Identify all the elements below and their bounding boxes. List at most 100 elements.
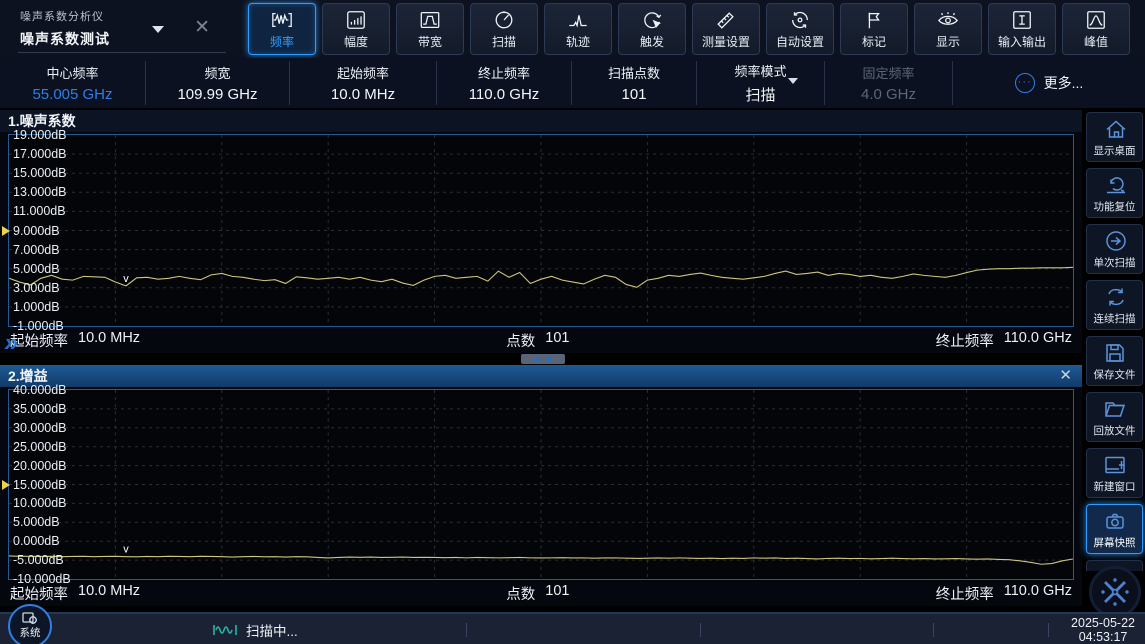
screenshot-icon [1102, 509, 1128, 533]
toolbar-button-amplitude[interactable]: 幅度 [322, 3, 390, 55]
param-label: 频宽 [204, 63, 230, 82]
param-value: 101 [621, 86, 646, 103]
toolbar-button-peak[interactable]: 峰值 [1062, 3, 1130, 55]
toolbar-button-input-output[interactable]: 输入输出 [988, 3, 1056, 55]
trigger-icon [640, 9, 664, 31]
toolbar-button-frequency[interactable]: 频率 [248, 3, 316, 55]
sidebar-item-recall-file[interactable]: 回放文件 [1086, 392, 1143, 442]
toolbar-button-label: 标记 [862, 33, 886, 50]
status-bar: 系统 扫描中... 2025-05-22 04:53:17 [0, 612, 1145, 644]
divider [18, 52, 226, 53]
chart-title-bar-gain[interactable]: 2.增益 ✕ [0, 365, 1082, 387]
chart-title: 1.噪声系数 [8, 110, 76, 132]
chevron-down-icon[interactable] [788, 78, 798, 84]
param-field-center-freq[interactable]: 中心频率55.005 GHz [0, 61, 146, 105]
more-label: 更多... [1044, 73, 1084, 93]
sidebar-item-label: 保存文件 [1094, 367, 1136, 382]
trace-plot: v [9, 135, 1073, 326]
chart-title-bar-noise-figure[interactable]: 1.噪声系数 [0, 110, 1082, 132]
param-field-sweep-points[interactable]: 扫描点数101 [572, 61, 697, 105]
sidebar-item-label: 连续扫描 [1094, 311, 1136, 326]
toolbar-button-label: 扫描 [492, 33, 516, 50]
stop-freq-value: 110.0 GHz [1004, 330, 1072, 351]
chevron-down-icon[interactable] [152, 26, 164, 33]
toolbar-button-label: 自动设置 [776, 33, 824, 50]
param-field-span[interactable]: 频宽109.99 GHz [146, 61, 290, 105]
start-freq-label: 起始频率 [10, 583, 68, 604]
sidebar-item-label: 单次扫描 [1094, 255, 1136, 270]
toolbar-button-label: 轨迹 [566, 33, 590, 50]
trace-plot: v [9, 390, 1073, 579]
sidebar-item-label: 显示桌面 [1094, 143, 1136, 158]
save-file-icon [1102, 341, 1128, 365]
toolbar-button-trigger[interactable]: 触发 [618, 3, 686, 55]
toolbar-button-bandwidth[interactable]: 带宽 [396, 3, 464, 55]
close-measurement-icon[interactable]: ✕ [194, 16, 210, 39]
sweep-status: 扫描中... [212, 620, 298, 640]
toolbar-button-auto-setup[interactable]: 自动设置 [766, 3, 834, 55]
function-reset-icon [1102, 173, 1128, 197]
sidebar-item-show-desktop[interactable]: 显示桌面 [1086, 112, 1143, 162]
sidebar-item-function-reset[interactable]: 功能复位 [1086, 168, 1143, 218]
points-label: 点数 [506, 583, 535, 604]
divider [933, 623, 934, 637]
start-freq-value: 10.0 MHz [78, 583, 140, 604]
system-gear-icon [22, 612, 38, 625]
param-field-freq-mode[interactable]: 频率模式扫描 [697, 61, 825, 105]
more-button[interactable]: ···更多... [953, 58, 1145, 108]
chart-footer-noise-figure: 起始频率10.0 MHz点数101终止频率110.0 GHz [0, 327, 1082, 353]
plot-area-gain[interactable]: v40.000dB35.000dB30.000dB25.000dB20.000d… [8, 389, 1074, 580]
chart-window-gain: 2.增益 ✕v40.000dB35.000dB30.000dB25.000dB20… [0, 365, 1082, 606]
trace-marker: v [123, 273, 129, 285]
sidebar-item-screenshot[interactable]: 屏幕快照 [1086, 504, 1143, 554]
trace-icon [566, 9, 590, 31]
sidebar-item-new-window[interactable]: 新建窗口 [1086, 448, 1143, 498]
toolbar-button-label: 触发 [640, 33, 664, 50]
chart-area: 1.噪声系数v19.000dB17.000dB15.000dB13.000dB1… [0, 110, 1082, 606]
toolbar-button-display[interactable]: 显示 [914, 3, 982, 55]
toolbar-button-sweep[interactable]: 扫描 [470, 3, 538, 55]
single-sweep-icon [1102, 229, 1128, 253]
divider [1048, 623, 1049, 637]
toolbar-button-marker[interactable]: 标记 [840, 3, 908, 55]
toolbar-button-label: 幅度 [344, 33, 368, 50]
divider [700, 623, 701, 637]
expand-chevrons-icon[interactable]: » [4, 329, 18, 355]
main-toolbar: 频率幅度 带宽扫描 轨迹 触发 测量设置自动设置 标记 显示输入输出峰值 [236, 0, 1130, 58]
splitter-handle[interactable] [521, 354, 565, 364]
four-arrows-icon [1098, 575, 1132, 609]
frequency-icon [270, 9, 294, 31]
param-field-start-freq[interactable]: 起始频率10.0 MHz [290, 61, 437, 105]
sidebar-item-label: 回放文件 [1094, 423, 1136, 438]
system-button[interactable]: 系统 [8, 604, 52, 644]
start-freq-value: 10.0 MHz [78, 330, 140, 351]
close-window-icon[interactable]: ✕ [1059, 365, 1072, 387]
param-label: 起始频率 [337, 63, 389, 82]
navigation-pad-button[interactable] [1089, 566, 1141, 618]
param-label: 中心频率 [46, 63, 98, 82]
noise-figure-analyzer-app: 噪声系数分析仪 噪声系数测试 ✕ 频率幅度带宽扫描轨迹触发测量设置自动设置标记显… [0, 0, 1145, 644]
marker-icon [862, 9, 886, 31]
waveform-icon [212, 622, 238, 638]
window-splitter [0, 353, 1082, 365]
points-label: 点数 [506, 330, 535, 351]
toolbar-button-meas-setup[interactable]: 测量设置 [692, 3, 760, 55]
plot-area-noise-figure[interactable]: v19.000dB17.000dB15.000dB13.000dB11.000d… [8, 134, 1074, 327]
toolbar-button-trace[interactable]: 轨迹 [544, 3, 612, 55]
param-field-stop-freq[interactable]: 终止频率110.0 GHz [437, 61, 572, 105]
amplitude-icon [344, 9, 368, 31]
input-output-icon [1010, 9, 1034, 31]
stop-freq-label: 终止频率 [936, 583, 994, 604]
measurement-selector[interactable]: 噪声系数分析仪 噪声系数测试 ✕ [0, 0, 236, 58]
param-value: 4.0 GHz [861, 86, 916, 103]
chart-title: 2.增益 [8, 365, 48, 387]
sidebar-item-save-file[interactable]: 保存文件 [1086, 336, 1143, 386]
start-freq-label: 起始频率 [10, 330, 68, 351]
auto-setup-icon [788, 9, 812, 31]
peak-icon [1084, 9, 1108, 31]
sidebar-item-continuous-sweep[interactable]: 连续扫描 [1086, 280, 1143, 330]
sweep-icon [492, 9, 516, 31]
param-label: 固定频率 [862, 63, 914, 82]
sidebar-item-single-sweep[interactable]: 单次扫描 [1086, 224, 1143, 274]
toolbar-button-label: 峰值 [1084, 33, 1108, 50]
